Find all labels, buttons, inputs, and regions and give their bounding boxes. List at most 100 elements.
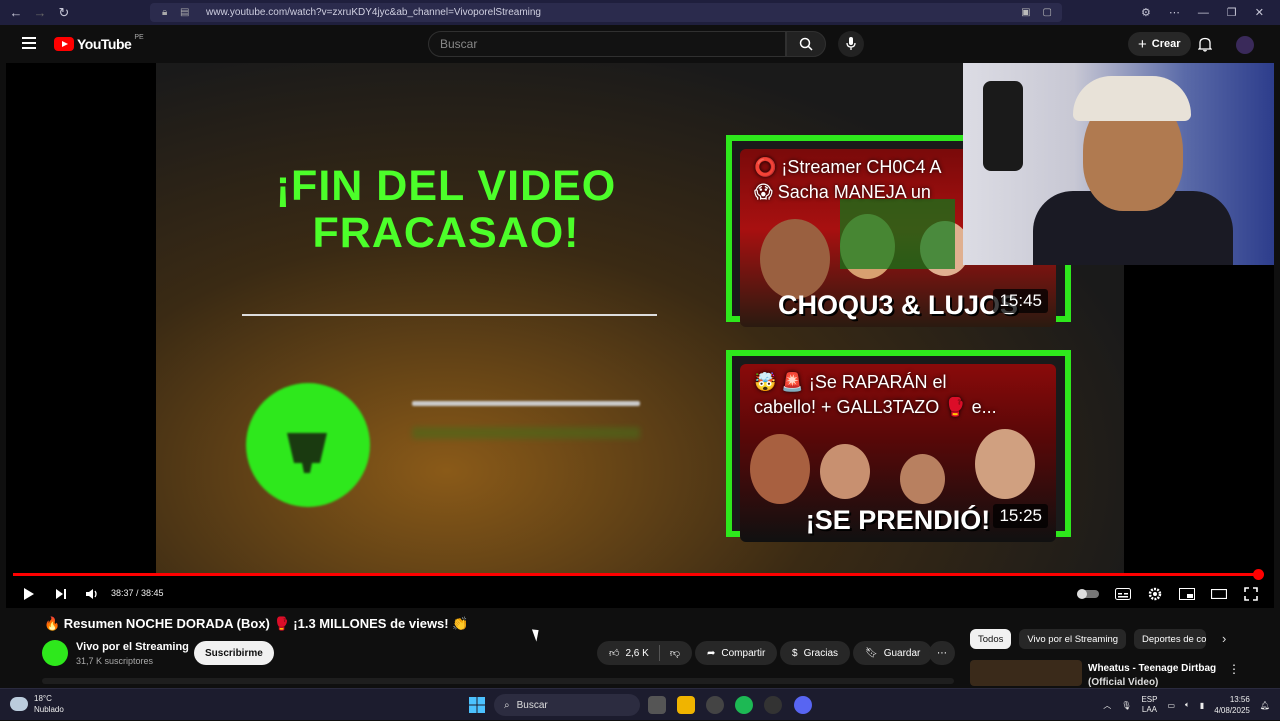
recommended-title[interactable]: Wheatus - Teenage Dirtbag (1088, 663, 1216, 674)
end-screen-divider (242, 314, 657, 316)
close-window-icon[interactable]: ✕ (1255, 6, 1264, 19)
chevron-right-icon[interactable]: › (1214, 629, 1234, 649)
card-duration: 15:45 (993, 289, 1048, 313)
reading-mode-icon[interactable]: ▢ (1043, 7, 1052, 18)
battery-icon[interactable]: ▮ (1200, 701, 1204, 710)
progress-bar[interactable] (13, 569, 1264, 580)
subtitles-icon (1115, 588, 1131, 600)
minimize-icon[interactable]: — (1198, 7, 1209, 19)
more-actions-button[interactable]: ⋯ (929, 641, 955, 665)
discord-icon[interactable] (794, 696, 812, 714)
end-screen-video-card-2[interactable]: 🤯 🚨 ¡Se RAPARÁN el cabello! + GALL3TAZO … (726, 350, 1071, 542)
volume-button[interactable] (83, 581, 101, 607)
address-bar[interactable]: 🔒︎ ▤ www.youtube.com/watch?v=zxruKDY4jyc… (150, 3, 1062, 22)
settings-button[interactable] (1146, 581, 1164, 607)
menu-icon[interactable] (22, 37, 36, 49)
next-button[interactable] (52, 581, 70, 607)
spotify-icon[interactable] (735, 696, 753, 714)
subtitles-button[interactable] (1114, 581, 1132, 607)
chevron-up-icon[interactable]: ︿ (1103, 700, 1111, 711)
dislike-button[interactable]: 👎︎ (670, 647, 680, 659)
speaker-icon[interactable]: 🔈︎ (1185, 700, 1190, 710)
save-button[interactable]: 🔖︎ Guardar (853, 641, 933, 665)
create-label: Crear (1151, 38, 1181, 50)
taskbar-search-label: Buscar (516, 699, 548, 711)
language-indicator[interactable]: ESP LAA (1141, 695, 1157, 715)
video-player[interactable]: ¡FIN DEL VIDEO FRACASAO! ⭕ ¡Streamer CH0… (6, 63, 1274, 608)
refresh-icon[interactable]: ↻ (52, 1, 76, 25)
task-view-icon[interactable] (648, 696, 666, 714)
webcam-overlay (963, 63, 1274, 265)
lock-icon[interactable]: 🔒︎ (162, 7, 180, 18)
like-button[interactable]: 👍︎ 2,6 K (609, 647, 649, 660)
network-icon[interactable]: ▭ (1167, 701, 1175, 710)
account-avatar[interactable] (1236, 36, 1254, 54)
weather-condition: Nublado (34, 705, 64, 714)
create-button[interactable]: + Crear (1128, 32, 1191, 56)
fullscreen-button[interactable] (1242, 581, 1260, 607)
thumbnail-kick-banner (840, 199, 955, 269)
thanks-button[interactable]: $ Gracias (780, 641, 851, 665)
notification-center-icon[interactable]: 🔔︎ (1260, 701, 1270, 710)
thumbnail-face (750, 434, 810, 504)
channel-avatar[interactable] (42, 640, 68, 666)
thumbnail-face (900, 454, 945, 504)
weather-widget[interactable]: 18°C Nublado (10, 693, 64, 715)
tune-icon[interactable]: ▤ (180, 7, 198, 18)
youtube-play-icon (54, 37, 74, 51)
share-label: Compartir (721, 647, 766, 659)
recommended-more-icon[interactable]: ⋮ (1228, 662, 1240, 676)
end-title-line2: FRACASAO! (312, 209, 580, 257)
recommended-thumbnail[interactable] (970, 660, 1082, 686)
player-controls: 38:37 / 38:45 (6, 581, 1274, 607)
clock[interactable]: 13:56 4/08/2025 (1214, 694, 1250, 716)
logo-text: YouTube (77, 36, 132, 52)
share-button[interactable]: ➦ Compartir (695, 641, 778, 665)
recommended-subtitle[interactable]: (Official Video) (1088, 677, 1158, 687)
chip-channel[interactable]: Vivo por el Streaming (1019, 629, 1127, 649)
chip-sports[interactable]: Deportes de co (1134, 629, 1207, 649)
extensions-icon[interactable]: ⚙ (1141, 6, 1151, 19)
taskbar-search[interactable]: ⌕ Buscar (494, 694, 640, 716)
browser-app-icon[interactable] (706, 696, 724, 714)
youtube-header: YouTube PE Buscar + Crear (0, 25, 1280, 63)
autoplay-toggle[interactable] (1076, 581, 1100, 607)
progress-scrubber[interactable] (1253, 569, 1264, 580)
url-text: www.youtube.com/watch?v=zxruKDY4jyc&ab_c… (206, 7, 541, 18)
channel-logo-element[interactable] (246, 383, 370, 507)
notifications-icon[interactable] (1198, 37, 1212, 52)
forward-icon[interactable]: → (28, 1, 52, 25)
back-icon[interactable]: ← (4, 1, 28, 25)
thanks-icon: $ (792, 647, 798, 659)
thanks-label: Gracias (803, 647, 839, 659)
theater-mode-button[interactable] (1210, 581, 1228, 607)
save-label: Guardar (883, 647, 921, 659)
file-explorer-icon[interactable] (677, 696, 695, 714)
chip-all[interactable]: Todos (970, 629, 1012, 649)
search-button[interactable] (786, 31, 826, 57)
end-title-line1: ¡FIN DEL VIDEO (275, 162, 617, 210)
miniplayer-icon (1179, 588, 1195, 600)
windows-start-icon[interactable] (469, 697, 485, 713)
pill-separator (658, 645, 660, 661)
pip-icon[interactable]: ▣ (1021, 7, 1030, 18)
app-icon[interactable] (764, 696, 782, 714)
play-button[interactable] (20, 581, 38, 607)
channel-name[interactable]: Vivo por el Streaming (76, 641, 189, 653)
language-code: ESP (1141, 695, 1158, 704)
voice-search-button[interactable] (838, 31, 864, 57)
volume-icon (86, 589, 97, 599)
subscriber-count: 31,7 K suscriptores (76, 656, 154, 666)
theater-icon (1211, 589, 1227, 599)
subscribe-button[interactable]: Suscribirme (194, 641, 274, 665)
search-input[interactable]: Buscar (428, 31, 786, 57)
filter-chips: Todos Vivo por el Streaming Deportes de … (970, 629, 1234, 649)
country-code: PE (134, 33, 144, 41)
restore-icon[interactable]: ❐ (1227, 6, 1237, 19)
miniplayer-button[interactable] (1178, 581, 1196, 607)
youtube-logo[interactable]: YouTube PE (54, 33, 144, 52)
thumbnail-face (975, 429, 1035, 499)
mic-tray-icon[interactable]: 🎙︎ (1121, 701, 1131, 710)
system-tray: ︿ 🎙︎ ESP LAA ▭ 🔈︎ ▮ 13:56 4/08/2025 🔔︎ (1103, 689, 1270, 721)
more-menu-icon[interactable]: ⋯ (1169, 6, 1180, 19)
